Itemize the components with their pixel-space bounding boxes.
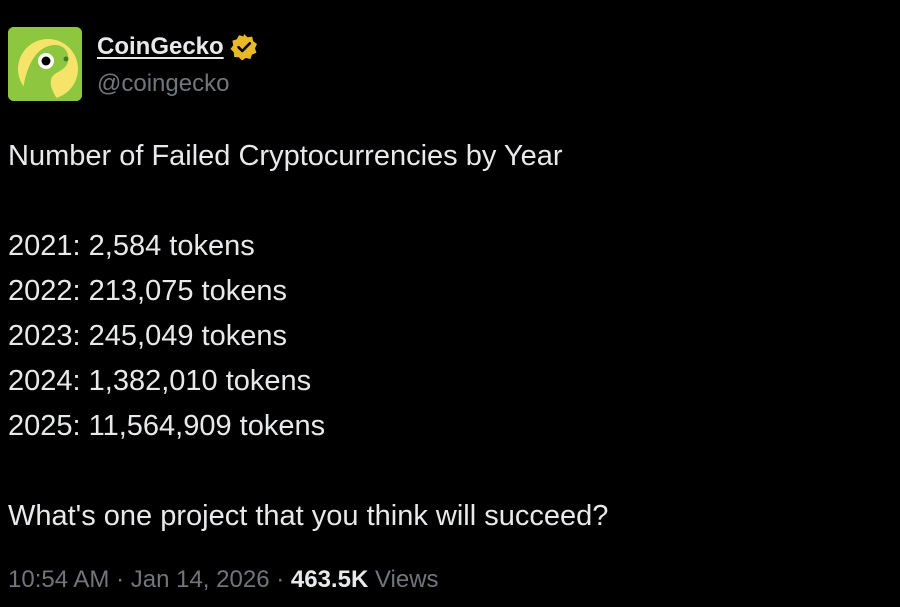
tweet-title: Number of Failed Cryptocurrencies by Yea… <box>8 140 563 172</box>
gecko-logo-icon <box>8 27 82 101</box>
tweet-line-2025: 2025: 11,564,909 tokens <box>8 410 326 442</box>
views-count: 463.5K <box>290 566 369 593</box>
author-handle[interactable]: @coingecko <box>97 70 258 98</box>
tweet-body: Number of Failed Cryptocurrencies by Yea… <box>8 134 888 539</box>
views-label: Views <box>374 566 439 593</box>
tweet-meta: 10:54 AM · Jan 14, 2026 · 463.5K Views <box>8 566 439 594</box>
tweet-question: What's one project that you think will s… <box>8 500 609 532</box>
tweet-header: CoinGecko @coingecko <box>8 27 258 101</box>
author-display-name[interactable]: CoinGecko <box>97 33 224 61</box>
verified-badge-icon <box>230 34 257 61</box>
tweet-line-2021: 2021: 2,584 tokens <box>8 230 255 262</box>
meta-separator: · <box>276 566 285 593</box>
tweet-line-2023: 2023: 245,049 tokens <box>8 320 287 352</box>
tweet-date[interactable]: Jan 14, 2026 <box>131 566 270 593</box>
meta-separator: · <box>116 566 125 593</box>
tweet-time[interactable]: 10:54 AM <box>8 566 109 593</box>
tweet-line-2022: 2022: 213,075 tokens <box>8 275 287 307</box>
avatar[interactable] <box>8 27 82 101</box>
tweet-line-2024: 2024: 1,382,010 tokens <box>8 365 312 397</box>
